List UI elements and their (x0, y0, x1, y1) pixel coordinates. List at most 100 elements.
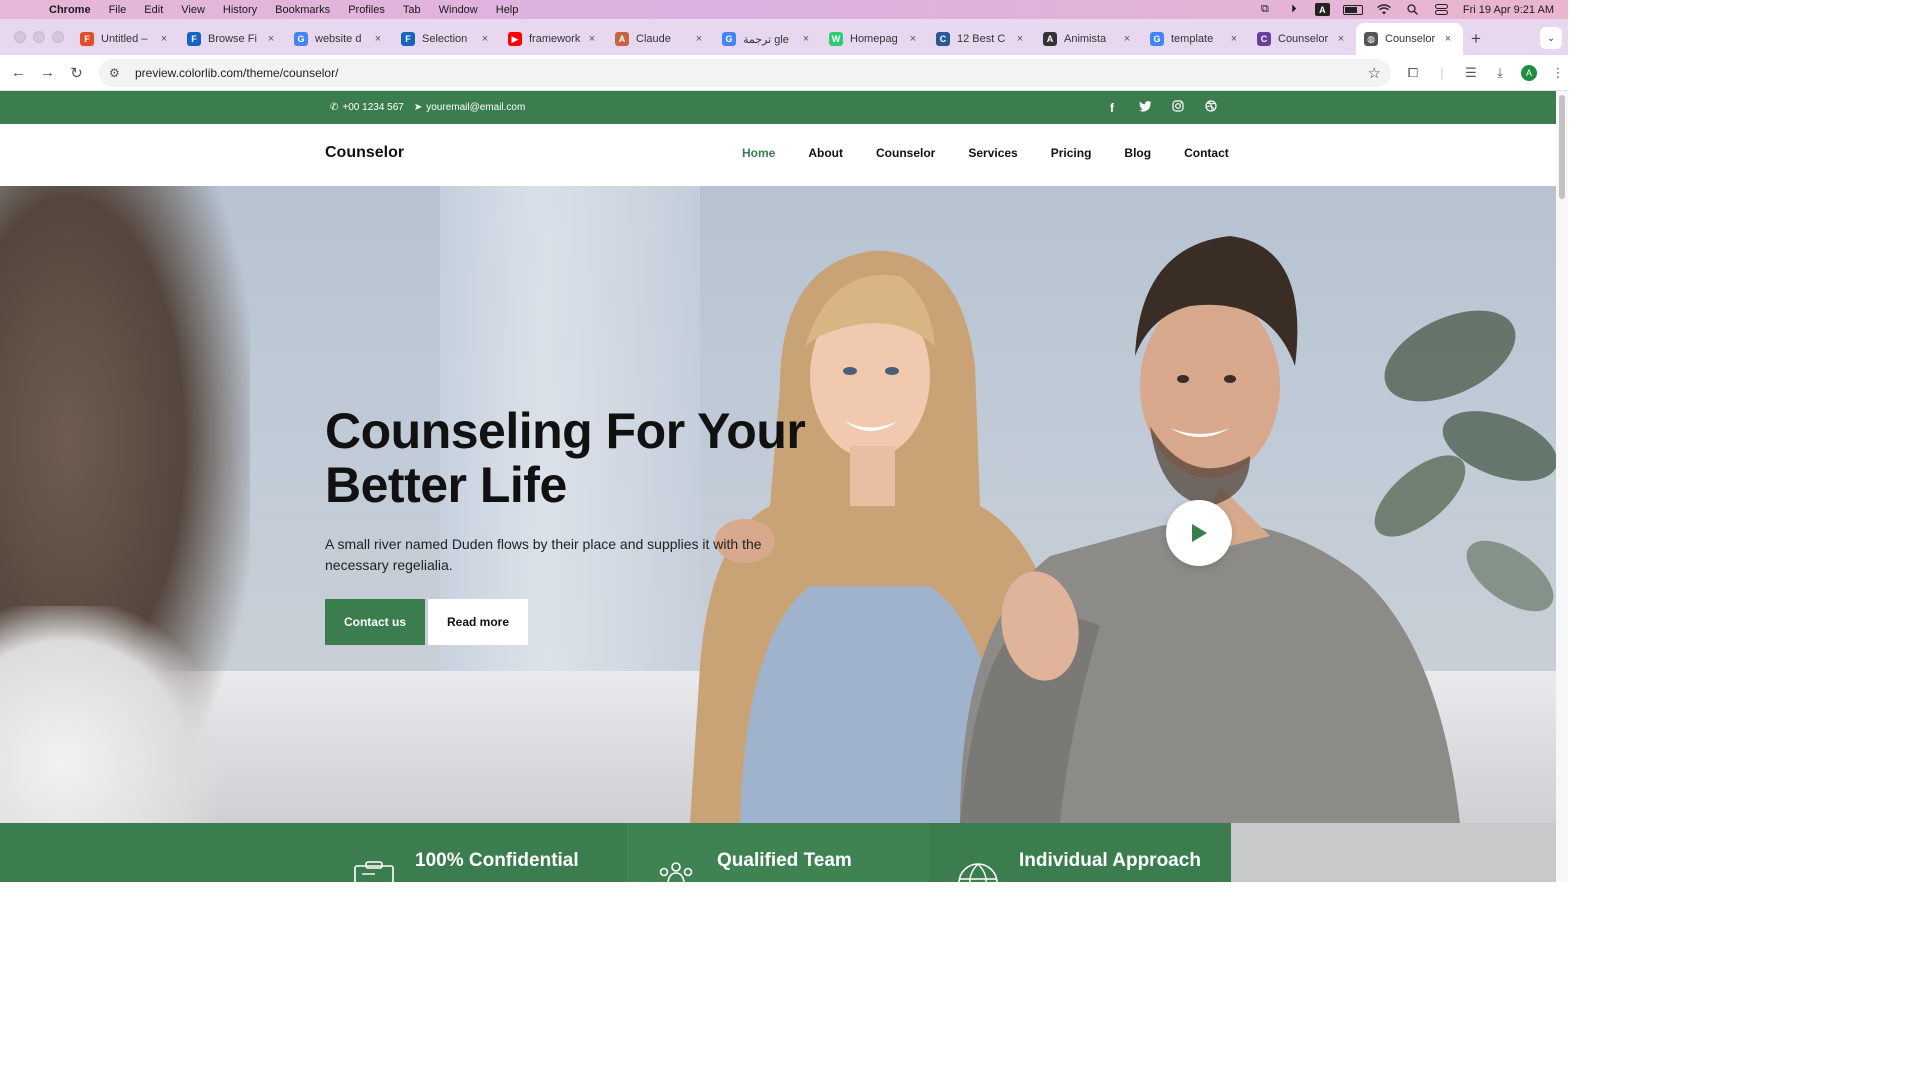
nav-contact[interactable]: Contact (1184, 146, 1229, 160)
browser-tab[interactable]: A Claude × (607, 23, 714, 55)
browser-tab[interactable]: C Counselor × (1249, 23, 1356, 55)
close-tab-icon[interactable]: × (692, 33, 706, 45)
phone-link[interactable]: ✆ +00 1234 567 (330, 102, 404, 113)
input-source-badge[interactable]: A (1314, 3, 1330, 16)
nav-services[interactable]: Services (968, 146, 1017, 160)
tab-favicon-icon: ◍ (1364, 32, 1378, 46)
menu-view[interactable]: View (172, 4, 214, 16)
close-tab-icon[interactable]: × (585, 33, 599, 45)
back-arrow-icon[interactable]: ← (4, 59, 33, 87)
nav-about[interactable]: About (808, 146, 843, 160)
zoom-window-button[interactable] (52, 31, 64, 43)
browser-tab[interactable]: F Untitled – × (72, 23, 179, 55)
close-tab-icon[interactable]: × (478, 33, 492, 45)
close-tab-icon[interactable]: × (799, 33, 813, 45)
hero-subtitle: A small river named Duden flows by their… (325, 536, 762, 573)
contact-info: ✆ +00 1234 567 ➤ youremail@email.com (330, 91, 525, 124)
site-settings-icon[interactable]: ⚙ (109, 66, 127, 80)
dribbble-icon[interactable] (1204, 100, 1218, 115)
feature-title: Individual Approach (1019, 850, 1201, 871)
browser-tab[interactable]: W Homepag × (821, 23, 928, 55)
close-tab-icon[interactable]: × (1334, 33, 1348, 45)
play-circle-icon[interactable]: ⏵ (1286, 3, 1302, 16)
twitter-icon[interactable] (1138, 100, 1152, 115)
read-more-button[interactable]: Read more (428, 599, 528, 645)
menu-tab[interactable]: Tab (394, 4, 430, 16)
reading-list-icon[interactable]: ☰ (1463, 65, 1479, 81)
play-video-button[interactable] (1166, 500, 1232, 566)
wifi-icon[interactable] (1376, 4, 1392, 16)
close-tab-icon[interactable]: × (1120, 33, 1134, 45)
browser-tab[interactable]: F Selection × (393, 23, 500, 55)
close-tab-icon[interactable]: × (157, 33, 171, 45)
minimize-window-button[interactable] (33, 31, 45, 43)
tab-favicon-icon: A (1043, 32, 1057, 46)
reload-icon[interactable]: ↻ (62, 59, 91, 87)
nav-counselor[interactable]: Counselor (876, 146, 935, 160)
tab-list: F Untitled – × F Browse Fi × Gwebsite d × F Selec… (72, 23, 1463, 55)
page-scrollbar[interactable] (1556, 91, 1568, 882)
menu-window[interactable]: Window (430, 4, 487, 16)
team-icon (659, 862, 693, 882)
tab-title: Claude (636, 33, 671, 45)
macos-menu-bar: Chrome File Edit View History Bookmarks … (0, 0, 1568, 19)
bookmark-star-icon[interactable]: ☆ (1368, 64, 1381, 82)
nav-blog[interactable]: Blog (1124, 146, 1151, 160)
contact-us-button[interactable]: Contact us (325, 599, 425, 645)
tab-search-chevron-icon[interactable]: ⌄ (1540, 27, 1562, 49)
nav-pricing[interactable]: Pricing (1051, 146, 1092, 160)
phone-number: +00 1234 567 (342, 102, 404, 113)
close-tab-icon[interactable]: × (1227, 33, 1241, 45)
tab-favicon-icon: A (615, 32, 629, 46)
browser-tab[interactable]: ◍ Counselor × (1356, 23, 1463, 55)
close-tab-icon[interactable]: × (1013, 33, 1027, 45)
menu-bookmarks[interactable]: Bookmarks (266, 4, 339, 16)
profile-avatar[interactable]: A (1521, 64, 1537, 81)
browser-tab[interactable]: Gtemplate × (1142, 23, 1249, 55)
menu-profiles[interactable]: Profiles (339, 4, 394, 16)
tab-title: Counselor (1278, 33, 1329, 45)
forward-arrow-icon[interactable]: → (33, 59, 62, 87)
browser-tab[interactable]: F Browse Fi × (179, 23, 286, 55)
control-center-icon[interactable] (1434, 4, 1450, 16)
instagram-icon[interactable] (1171, 100, 1185, 115)
menu-file[interactable]: File (100, 4, 136, 16)
extensions-icon[interactable]: ⧠ (1405, 65, 1421, 81)
browser-tab[interactable]: ▶ framework × (500, 23, 607, 55)
url-text[interactable]: preview.colorlib.com/theme/counselor/ (135, 66, 1368, 80)
close-tab-icon[interactable]: × (371, 33, 385, 45)
battery-icon[interactable] (1342, 4, 1363, 15)
nav-home[interactable]: Home (742, 146, 775, 160)
tab-title: 12 Best C (957, 33, 1006, 45)
new-tab-button[interactable]: + (1463, 23, 1489, 55)
browser-tab[interactable]: G ترجمة gle × (714, 23, 821, 55)
close-tab-icon[interactable]: × (1441, 33, 1455, 45)
close-tab-icon[interactable]: × (264, 33, 278, 45)
menu-app-chrome[interactable]: Chrome (40, 4, 100, 16)
scrollbar-thumb[interactable] (1559, 95, 1565, 199)
spotlight-search-icon[interactable] (1405, 4, 1421, 16)
tab-favicon-icon: G (294, 32, 308, 46)
email-link[interactable]: ➤ youremail@email.com (414, 102, 525, 113)
more-options-icon[interactable]: ⋮ (1550, 65, 1566, 81)
facebook-icon[interactable]: f (1105, 101, 1119, 115)
clock[interactable]: Fri 19 Apr 9:21 AM (1463, 4, 1554, 16)
feature-title: 100% Confidential (415, 850, 579, 871)
contact-topbar: ✆ +00 1234 567 ➤ youremail@email.com f (0, 91, 1556, 124)
screenshot-icon[interactable]: ⧉ (1257, 3, 1273, 16)
site-logo[interactable]: Counselor (325, 144, 404, 162)
browser-tab-strip: F Untitled – × F Browse Fi × Gwebsite d × F Selec… (0, 19, 1568, 55)
menu-history[interactable]: History (214, 4, 266, 16)
foreground-person-shirt (0, 606, 220, 823)
close-window-button[interactable] (14, 31, 26, 43)
browser-tab[interactable]: C 12 Best C × (928, 23, 1035, 55)
browser-tab[interactable]: Gwebsite d × (286, 23, 393, 55)
download-icon[interactable]: ⤓ (1492, 65, 1508, 81)
menu-help[interactable]: Help (487, 4, 528, 16)
menu-edit[interactable]: Edit (135, 4, 172, 16)
address-bar[interactable]: ⚙ preview.colorlib.com/theme/counselor/ … (99, 58, 1391, 87)
features-strip: 100% Confidential Qualified Team Individ… (0, 823, 1556, 882)
browser-tab[interactable]: A Animista × (1035, 23, 1142, 55)
close-tab-icon[interactable]: × (906, 33, 920, 45)
play-icon (1192, 524, 1207, 542)
